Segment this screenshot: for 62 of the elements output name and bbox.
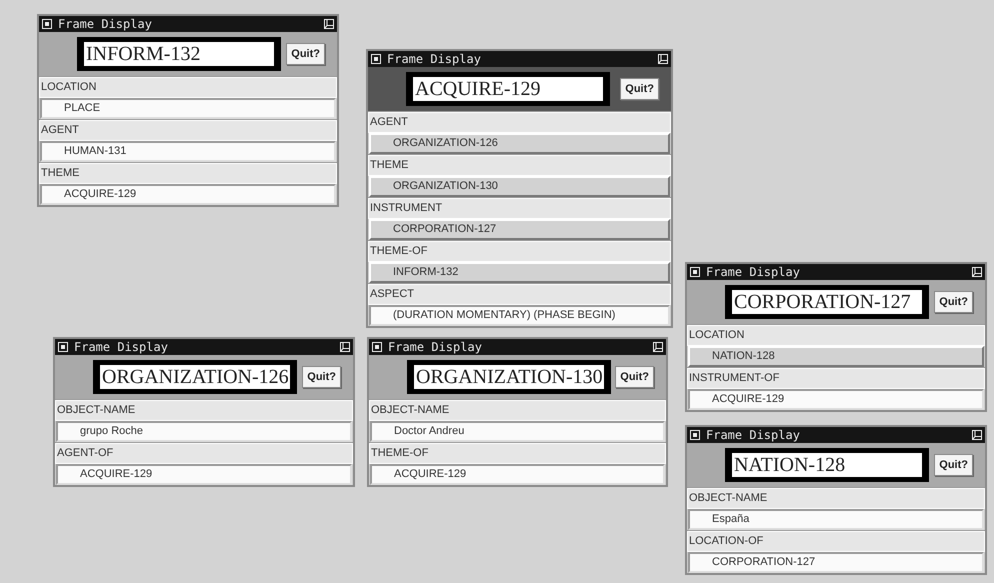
window-menu-icon[interactable]	[372, 342, 382, 352]
window-title: Frame Display	[706, 429, 800, 441]
frame-name-field: CORPORATION-127	[725, 285, 929, 319]
maximize-icon[interactable]	[324, 19, 334, 29]
quit-button[interactable]: Quit?	[286, 43, 325, 65]
maximize-icon[interactable]	[658, 54, 668, 64]
slot-value[interactable]: CORPORATION-127	[688, 552, 984, 573]
frame-name-field: ACQUIRE-129	[406, 72, 610, 106]
slot-value[interactable]: CORPORATION-127	[369, 219, 670, 240]
slot-value[interactable]: España	[688, 509, 984, 530]
window-title: Frame Display	[74, 341, 168, 353]
slot-label: OBJECT-NAME	[369, 400, 666, 421]
slot-value[interactable]: ACQUIRE-129	[56, 464, 352, 485]
window-title: Frame Display	[388, 341, 482, 353]
slot-label: OBJECT-NAME	[687, 488, 985, 509]
slot-value[interactable]: INFORM-132	[369, 262, 670, 283]
slot-value[interactable]: ACQUIRE-129	[370, 464, 665, 485]
maximize-icon[interactable]	[972, 267, 982, 277]
slot-label: ASPECT	[368, 284, 671, 305]
frame-name-field: INFORM-132	[77, 37, 281, 71]
window-menu-icon[interactable]	[371, 54, 381, 64]
quit-button[interactable]: Quit?	[302, 366, 341, 388]
slot-label: LOCATION	[687, 325, 985, 346]
slot-value[interactable]: ORGANIZATION-130	[369, 176, 670, 197]
window-menu-icon[interactable]	[58, 342, 68, 352]
quit-button[interactable]: Quit?	[620, 78, 659, 100]
maximize-icon[interactable]	[340, 342, 350, 352]
slot-label: INSTRUMENT-OF	[687, 368, 985, 389]
window-menu-icon[interactable]	[690, 267, 700, 277]
window-title: Frame Display	[387, 53, 481, 65]
maximize-icon[interactable]	[653, 342, 663, 352]
window-title: Frame Display	[706, 266, 800, 278]
slot-label: THEME	[39, 163, 337, 184]
window-title: Frame Display	[58, 18, 152, 30]
quit-button[interactable]: Quit?	[934, 291, 973, 313]
slot-value[interactable]: ACQUIRE-129	[40, 184, 336, 205]
quit-button[interactable]: Quit?	[934, 454, 973, 476]
slot-label: AGENT	[368, 112, 671, 133]
window-menu-icon[interactable]	[690, 430, 700, 440]
slot-value[interactable]: HUMAN-131	[40, 141, 336, 162]
frame-name-field: ORGANIZATION-126	[93, 360, 297, 394]
window-menu-icon[interactable]	[42, 19, 52, 29]
slot-label: AGENT	[39, 120, 337, 141]
slot-label: INSTRUMENT	[368, 198, 671, 219]
slot-label: OBJECT-NAME	[55, 400, 353, 421]
slot-value[interactable]: Doctor Andreu	[370, 421, 665, 442]
slot-label: THEME-OF	[369, 443, 666, 464]
slot-label: THEME	[368, 155, 671, 176]
slot-value[interactable]: NATION-128	[688, 346, 984, 367]
slot-value[interactable]: (DURATION MOMENTARY) (PHASE BEGIN)	[369, 305, 670, 326]
frame-name-field: NATION-128	[725, 448, 929, 482]
slot-label: LOCATION	[39, 77, 337, 98]
frame-name-field: ORGANIZATION-130	[407, 360, 611, 394]
slot-value[interactable]: grupo Roche	[56, 421, 352, 442]
quit-button[interactable]: Quit?	[615, 366, 654, 388]
slot-label: AGENT-OF	[55, 443, 353, 464]
slot-label: LOCATION-OF	[687, 531, 985, 552]
slot-value[interactable]: ACQUIRE-129	[688, 389, 984, 410]
slot-value[interactable]: ORGANIZATION-126	[369, 133, 670, 154]
slot-label: THEME-OF	[368, 241, 671, 262]
maximize-icon[interactable]	[972, 430, 982, 440]
slot-value[interactable]: PLACE	[40, 98, 336, 119]
